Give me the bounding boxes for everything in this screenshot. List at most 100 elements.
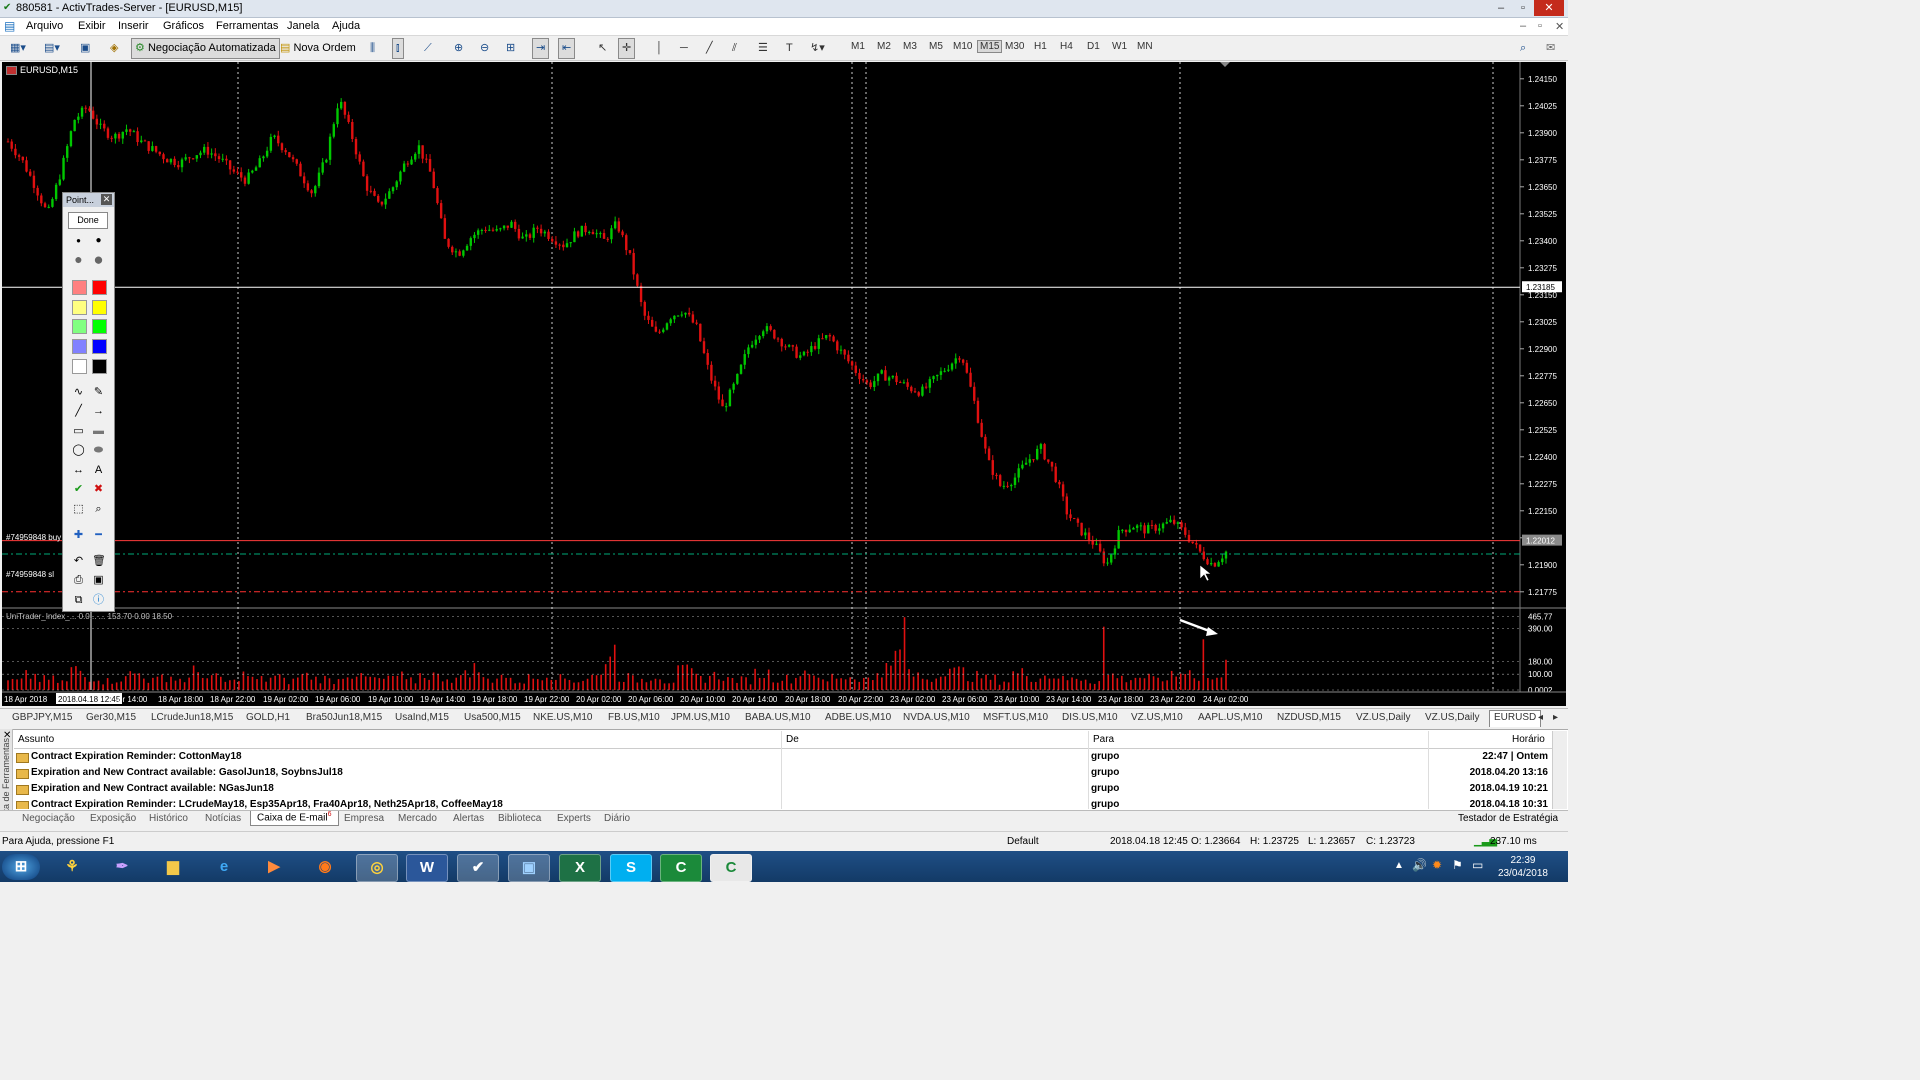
chart-tab[interactable]: VZ.US,M10 (1131, 712, 1183, 723)
chart-tab[interactable]: ADBE.US,M10 (825, 712, 891, 723)
plus-icon[interactable]: ✚ (72, 529, 85, 542)
tab-historico[interactable]: Histórico (149, 813, 188, 824)
tab-biblioteca[interactable]: Biblioteca (498, 813, 541, 824)
chart-tab[interactable]: UsaInd,M15 (395, 712, 449, 723)
filled-rectangle-icon[interactable]: ▬ (92, 425, 105, 438)
chart-tab[interactable]: GOLD,H1 (246, 712, 290, 723)
horizontal-line-icon[interactable]: ─ (676, 38, 692, 59)
minimize-button[interactable]: – (1490, 0, 1512, 16)
tray-arrow-icon[interactable]: ▲ (1394, 860, 1404, 871)
color-swatch[interactable] (72, 359, 87, 374)
volume-icon[interactable]: 🔊 (1412, 858, 1427, 872)
done-button[interactable]: Done (68, 212, 108, 229)
close-window-button[interactable]: ✕ (1534, 0, 1564, 16)
tab-negociacao[interactable]: Negociação (22, 813, 75, 824)
tab-mercado[interactable]: Mercado (398, 813, 437, 824)
excel-icon[interactable]: X (559, 854, 601, 882)
dot-large-icon[interactable]: ● (72, 252, 85, 266)
menu-ferramentas[interactable]: Ferramentas (216, 20, 278, 32)
info-icon[interactable]: ⓘ (92, 594, 105, 607)
tab-exposicao[interactable]: Exposição (90, 813, 136, 824)
terminal-close-icon[interactable]: ✕ (3, 730, 11, 741)
color-swatch[interactable] (92, 280, 107, 295)
tab-caixa-email[interactable]: Caixa de E-mail6 (250, 811, 339, 827)
terminal-scrollbar[interactable] (1552, 731, 1567, 809)
mail-row[interactable]: Contract Expiration Reminder: LCrudeMay1… (14, 798, 1550, 809)
tab-experts[interactable]: Experts (557, 813, 591, 824)
timeframe-m10[interactable]: M10 (953, 41, 972, 52)
line-icon[interactable]: ╱ (72, 405, 85, 418)
child-window-icon[interactable]: ▤ (4, 19, 15, 33)
market-watch-icon[interactable]: ▣ (76, 38, 94, 59)
color-swatch[interactable] (72, 319, 87, 334)
new-order-button[interactable]: ▤ Nova Ordem (276, 38, 360, 59)
chrome-icon[interactable]: ◎ (356, 854, 398, 882)
flag-tray-icon[interactable]: ⚑ (1452, 858, 1463, 872)
copy-icon[interactable]: ⧉ (72, 594, 85, 607)
line-chart-icon[interactable]: ⟋ (420, 38, 436, 59)
chart-tab-active[interactable]: EURUSD (1489, 710, 1542, 727)
zoom-icon[interactable]: ⌕ (92, 503, 105, 516)
chart-tab[interactable]: VZ.US,Daily (1425, 712, 1479, 723)
arrow-line-icon[interactable]: → (92, 405, 105, 418)
timeframe-m2[interactable]: M2 (877, 41, 891, 52)
network-icon[interactable]: ▭ (1472, 858, 1483, 872)
auto-scroll-icon[interactable]: ⇥ (532, 38, 550, 59)
feather-icon[interactable]: ✒ (102, 854, 142, 880)
chart-window[interactable]: 1.24150 1.24025 1.23900 1.23775 1.23650 1.235… (2, 62, 1566, 706)
chart-tab[interactable]: Usa500,M15 (464, 712, 521, 723)
internet-explorer-icon[interactable]: e (204, 854, 244, 880)
new-chart-icon[interactable]: ▦▾ (6, 38, 30, 59)
ctrader-alt-icon[interactable]: C (710, 854, 752, 882)
timeframe-m15[interactable]: M15 (977, 40, 1003, 53)
skype-icon[interactable]: S (610, 854, 652, 882)
menu-inserir[interactable]: Inserir (118, 20, 149, 32)
chart-tab[interactable]: GBPJPY,M15 (12, 712, 72, 723)
cursor-icon[interactable]: ↖ (594, 38, 611, 59)
close-icon[interactable]: ✕ (101, 194, 112, 205)
trade-sl-label[interactable]: #74959848 sl (6, 570, 54, 579)
print-icon[interactable]: ⎙ (72, 574, 85, 587)
folder-icon[interactable]: ▆ (153, 854, 193, 880)
chart-tab[interactable]: NZDUSD,M15 (1277, 712, 1341, 723)
mail-row[interactable]: Expiration and New Contract available: N… (14, 782, 1550, 798)
tab-strategy-tester[interactable]: Testador de Estratégia (1458, 813, 1558, 824)
chart-tab[interactable]: FB.US,M10 (608, 712, 660, 723)
color-swatch[interactable] (72, 300, 87, 315)
bar-chart-icon[interactable]: ⫼ (366, 38, 379, 59)
chart-tab[interactable]: Ger30,M15 (86, 712, 136, 723)
chart-tab[interactable]: MSFT.US,M10 (983, 712, 1048, 723)
trash-icon[interactable]: 🗑 (92, 555, 106, 568)
timeframe-m3[interactable]: M3 (903, 41, 917, 52)
col-subject[interactable]: Assunto (18, 734, 54, 745)
auto-trading-button[interactable]: ⚙ Negociação Automatizada (131, 38, 280, 59)
child-restore-button[interactable]: ▫ (1538, 20, 1542, 32)
chart-shift-icon[interactable]: ⇤ (558, 38, 576, 59)
timeframe-mn[interactable]: MN (1137, 41, 1153, 52)
maximize-button[interactable]: ▫ (1512, 0, 1534, 16)
dot-medium-icon[interactable]: ● (92, 234, 105, 247)
chart-tab[interactable]: VZ.US,Daily (1356, 712, 1410, 723)
tab-diario[interactable]: Diário (604, 813, 630, 824)
chart-tab[interactable]: DIS.US,M10 (1062, 712, 1118, 723)
zoom-in-icon[interactable]: ⊕ (450, 38, 467, 59)
cross-icon[interactable]: ✖ (92, 483, 105, 496)
trade-buy-label[interactable]: #74959848 buy (6, 533, 61, 542)
start-orb-icon[interactable]: ⊞ (2, 854, 40, 880)
chart-tab[interactable]: NKE.US,M10 (533, 712, 592, 723)
chat-icon[interactable]: ✉ (1542, 38, 1559, 59)
timeframe-h1[interactable]: H1 (1034, 41, 1047, 52)
ellipse-icon[interactable]: ◯ (72, 444, 85, 457)
menu-exibir[interactable]: Exibir (78, 20, 106, 32)
arrows-icon[interactable]: ↯▾ (806, 38, 829, 59)
navigator-icon[interactable]: ◈ (106, 38, 122, 59)
color-swatch[interactable] (92, 339, 107, 354)
minus-icon[interactable]: ━ (92, 529, 105, 542)
tab-noticias[interactable]: Notícias (205, 813, 241, 824)
menu-graficos[interactable]: Gráficos (163, 20, 204, 32)
color-swatch[interactable] (72, 339, 87, 354)
remote-desktop-icon[interactable]: ▣ (508, 854, 550, 882)
zoom-out-icon[interactable]: ⊖ (476, 38, 493, 59)
col-from[interactable]: De (786, 734, 799, 745)
crosshair-icon[interactable]: ✛ (618, 38, 636, 59)
